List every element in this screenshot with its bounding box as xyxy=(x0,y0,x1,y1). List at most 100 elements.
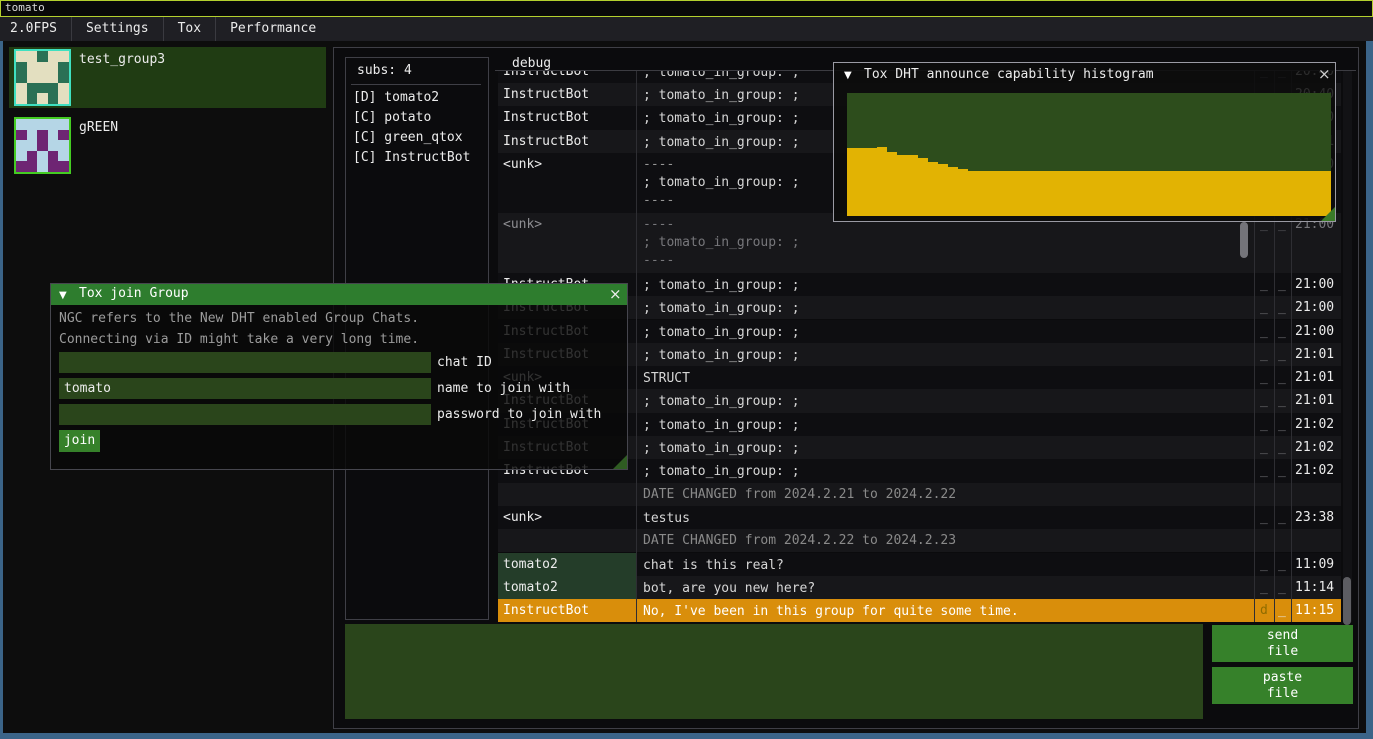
message-line: chat is this real? xyxy=(643,557,1254,575)
message-time: 23:38 xyxy=(1291,506,1341,525)
avatar-cell xyxy=(16,130,27,141)
avatar-cell xyxy=(58,119,69,130)
histogram-bar xyxy=(1149,171,1159,216)
send-file-button[interactable]: send file xyxy=(1212,625,1353,662)
avatar-cell xyxy=(16,151,27,162)
message-line: STRUCT xyxy=(643,370,1254,388)
paste-file-button[interactable]: paste file xyxy=(1212,667,1353,704)
menu-item-settings[interactable]: Settings xyxy=(72,17,163,41)
app-root: tomato 2.0FPSSettingsToxPerformance test… xyxy=(0,0,1373,739)
message-author: <unk> xyxy=(498,153,636,213)
tab-debug[interactable]: debug xyxy=(512,56,551,71)
menu-bar: 2.0FPSSettingsToxPerformance xyxy=(0,17,1373,41)
message-time: 21:00 xyxy=(1291,296,1341,315)
avatar-cell xyxy=(27,161,38,172)
join-name-input[interactable] xyxy=(59,378,431,399)
menu-item-tox[interactable]: Tox xyxy=(164,17,215,41)
message-row[interactable]: <unk>testus__23:38 xyxy=(498,506,1341,529)
avatar-cell xyxy=(48,83,59,94)
menu-item-performance[interactable]: Performance xyxy=(216,17,330,41)
sidebar-group-gREEN[interactable]: gREEN xyxy=(9,115,326,176)
chat-id-input[interactable] xyxy=(59,352,431,373)
histogram-bar xyxy=(1301,171,1311,216)
avatar-cell xyxy=(37,83,48,94)
histogram-bar xyxy=(1280,171,1290,216)
subs-member-tomato2[interactable]: [D] tomato2 xyxy=(353,88,470,108)
avatar-cell xyxy=(58,93,69,104)
message-row[interactable]: InstructBotNo, I've been in this group f… xyxy=(498,599,1341,622)
resize-grip[interactable] xyxy=(613,455,627,469)
message-cell-scrollbar[interactable] xyxy=(1240,222,1248,258)
histogram-bar xyxy=(1190,171,1200,216)
message-text: bot, are you new here? xyxy=(636,576,1254,598)
message-time: 11:15 xyxy=(1291,599,1341,618)
collapse-triangle-icon[interactable]: ▼ xyxy=(59,290,67,301)
message-author: InstructBot xyxy=(498,599,636,622)
message-text: ; tomato_in_group: ; xyxy=(636,273,1254,295)
histogram-bar xyxy=(1159,171,1169,216)
avatar-cell xyxy=(48,51,59,62)
subs-member-InstructBot[interactable]: [C] InstructBot xyxy=(353,148,470,168)
histogram-bar xyxy=(867,148,877,216)
message-time: 21:01 xyxy=(1291,366,1341,385)
message-row[interactable]: tomato2bot, are you new here?__11:14 xyxy=(498,576,1341,599)
join-password-input[interactable] xyxy=(59,404,431,425)
histogram-bar xyxy=(1109,171,1119,216)
message-text: testus xyxy=(636,506,1254,528)
avatar-cell xyxy=(37,51,48,62)
date-separator-row: DATE CHANGED from 2024.2.21 to 2024.2.22 xyxy=(498,483,1341,506)
avatar-cell xyxy=(37,161,48,172)
avatar-cell xyxy=(58,72,69,83)
avatar-cell xyxy=(58,51,69,62)
histogram-bar xyxy=(918,158,928,216)
message-line: ; tomato_in_group: ; xyxy=(643,463,1254,481)
message-line: ---- xyxy=(643,252,1254,270)
message-text: ; tomato_in_group: ; xyxy=(636,436,1254,458)
resize-grip[interactable] xyxy=(1321,207,1335,221)
message-text: ; tomato_in_group: ; xyxy=(636,320,1254,342)
subs-count-label: subs: 4 xyxy=(357,63,412,78)
avatar-cell xyxy=(37,130,48,141)
join-group-window: ▼ Tox join Group × NGC refers to the New… xyxy=(50,283,628,470)
histogram-bar xyxy=(1220,171,1230,216)
avatar-cell xyxy=(37,62,48,73)
avatar-cell xyxy=(48,62,59,73)
date-changed-text: DATE CHANGED from 2024.2.22 to 2024.2.23 xyxy=(636,529,1261,548)
histogram-bar xyxy=(1099,171,1109,216)
histogram-bar xyxy=(1311,171,1321,216)
join-name-label: name to join with xyxy=(437,378,570,399)
join-info-line-1: NGC refers to the New DHT enabled Group … xyxy=(59,309,419,329)
table-column-border xyxy=(636,71,637,622)
message-input[interactable] xyxy=(345,624,1203,719)
histogram-bar xyxy=(1089,171,1099,216)
fps-counter: 2.0FPS xyxy=(0,17,71,41)
histogram-window-title: Tox DHT announce capability histogram xyxy=(864,67,1154,82)
collapse-triangle-icon[interactable]: ▼ xyxy=(844,70,852,81)
close-icon[interactable]: × xyxy=(1318,67,1331,82)
message-row[interactable]: tomato2chat is this real?__11:09 xyxy=(498,553,1341,576)
avatar-cell xyxy=(48,93,59,104)
avatar-cell xyxy=(48,119,59,130)
date-changed-text: DATE CHANGED from 2024.2.21 to 2024.2.22 xyxy=(636,483,1261,502)
close-icon[interactable]: × xyxy=(609,287,622,302)
sidebar-group-test_group3[interactable]: test_group3 xyxy=(9,47,326,108)
avatar-cell xyxy=(58,151,69,162)
avatar-cell xyxy=(16,72,27,83)
chat-scrollbar-thumb[interactable] xyxy=(1343,577,1351,625)
join-button[interactable]: join xyxy=(59,430,100,452)
chat-scrollbar-track[interactable] xyxy=(1343,71,1352,622)
message-text: No, I've been in this group for quite so… xyxy=(636,599,1254,621)
avatar-cell xyxy=(27,119,38,130)
message-time: 21:02 xyxy=(1291,436,1341,455)
message-line: ; tomato_in_group: ; xyxy=(643,234,1254,252)
window-title-bar: tomato xyxy=(0,0,1373,17)
histogram-bar xyxy=(1028,171,1038,216)
join-window-titlebar[interactable]: ▼ Tox join Group × xyxy=(51,284,627,305)
subs-member-green_qtox[interactable]: [C] green_qtox xyxy=(353,128,470,148)
subs-member-list: [D] tomato2[C] potato[C] green_qtox[C] I… xyxy=(353,88,470,168)
avatar-cell xyxy=(48,161,59,172)
avatar-cell xyxy=(58,62,69,73)
subs-member-potato[interactable]: [C] potato xyxy=(353,108,470,128)
avatar-cell xyxy=(16,140,27,151)
message-author: InstructBot xyxy=(498,130,636,153)
